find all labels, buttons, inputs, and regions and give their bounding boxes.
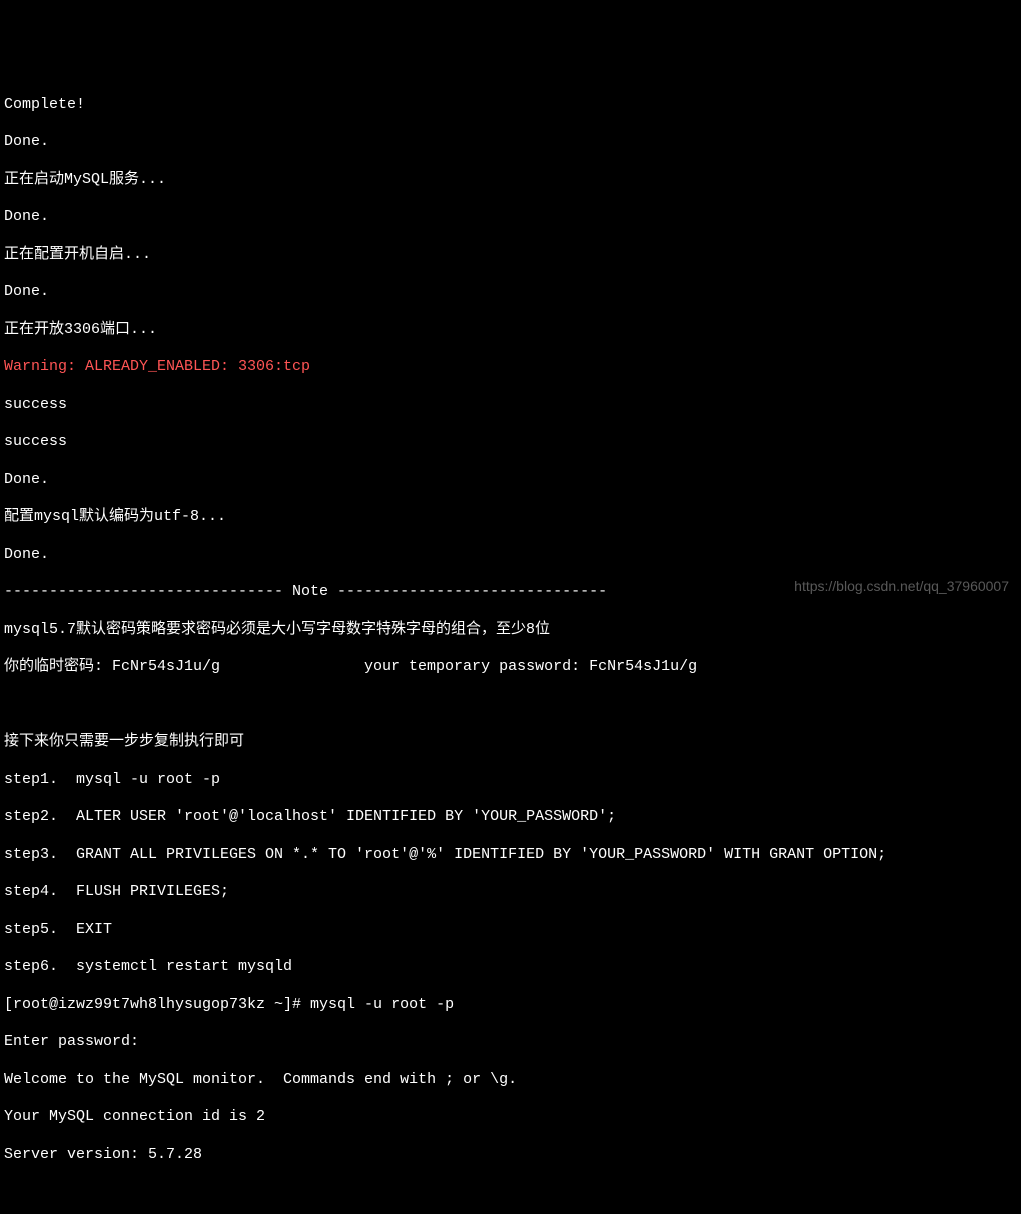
prompt-line: [root@izwz99t7wh8lhysugop73kz ~]# mysql … xyxy=(4,996,1017,1015)
output-line: Done. xyxy=(4,546,1017,565)
step-line: step6. systemctl restart mysqld xyxy=(4,958,1017,977)
output-line: Done. xyxy=(4,208,1017,227)
step-line: step4. FLUSH PRIVILEGES; xyxy=(4,883,1017,902)
output-line: 正在启动MySQL服务... xyxy=(4,171,1017,190)
output-line: success xyxy=(4,433,1017,452)
step-line: step3. GRANT ALL PRIVILEGES ON *.* TO 'r… xyxy=(4,846,1017,865)
output-line: Server version: 5.7.28 xyxy=(4,1146,1017,1165)
password-prompt: Enter password: xyxy=(4,1033,1017,1052)
output-line: mysql5.7默认密码策略要求密码必须是大小写字母数字特殊字母的组合，至少8位 xyxy=(4,621,1017,640)
output-line: Welcome to the MySQL monitor. Commands e… xyxy=(4,1071,1017,1090)
output-line: 接下来你只需要一步步复制执行即可 xyxy=(4,733,1017,752)
output-line: 正在开放3306端口... xyxy=(4,321,1017,340)
output-line: success xyxy=(4,396,1017,415)
output-line: Done. xyxy=(4,133,1017,152)
step-line: step2. ALTER USER 'root'@'localhost' IDE… xyxy=(4,808,1017,827)
temp-password-line: 你的临时密码: FcNr54sJ1u/g your temporary pass… xyxy=(4,658,1017,677)
output-line: Complete! xyxy=(4,96,1017,115)
step-line: step5. EXIT xyxy=(4,921,1017,940)
watermark-text: https://blog.csdn.net/qq_37960007 xyxy=(794,578,1009,596)
output-line: Done. xyxy=(4,283,1017,302)
output-line: 配置mysql默认编码为utf-8... xyxy=(4,508,1017,527)
warning-line: Warning: ALREADY_ENABLED: 3306:tcp xyxy=(4,358,1017,377)
output-line: Your MySQL connection id is 2 xyxy=(4,1108,1017,1127)
step-line: step1. mysql -u root -p xyxy=(4,771,1017,790)
output-line: 正在配置开机自启... xyxy=(4,246,1017,265)
output-line: Done. xyxy=(4,471,1017,490)
terminal-output[interactable]: Complete! Done. 正在启动MySQL服务... Done. 正在配… xyxy=(4,77,1017,1183)
